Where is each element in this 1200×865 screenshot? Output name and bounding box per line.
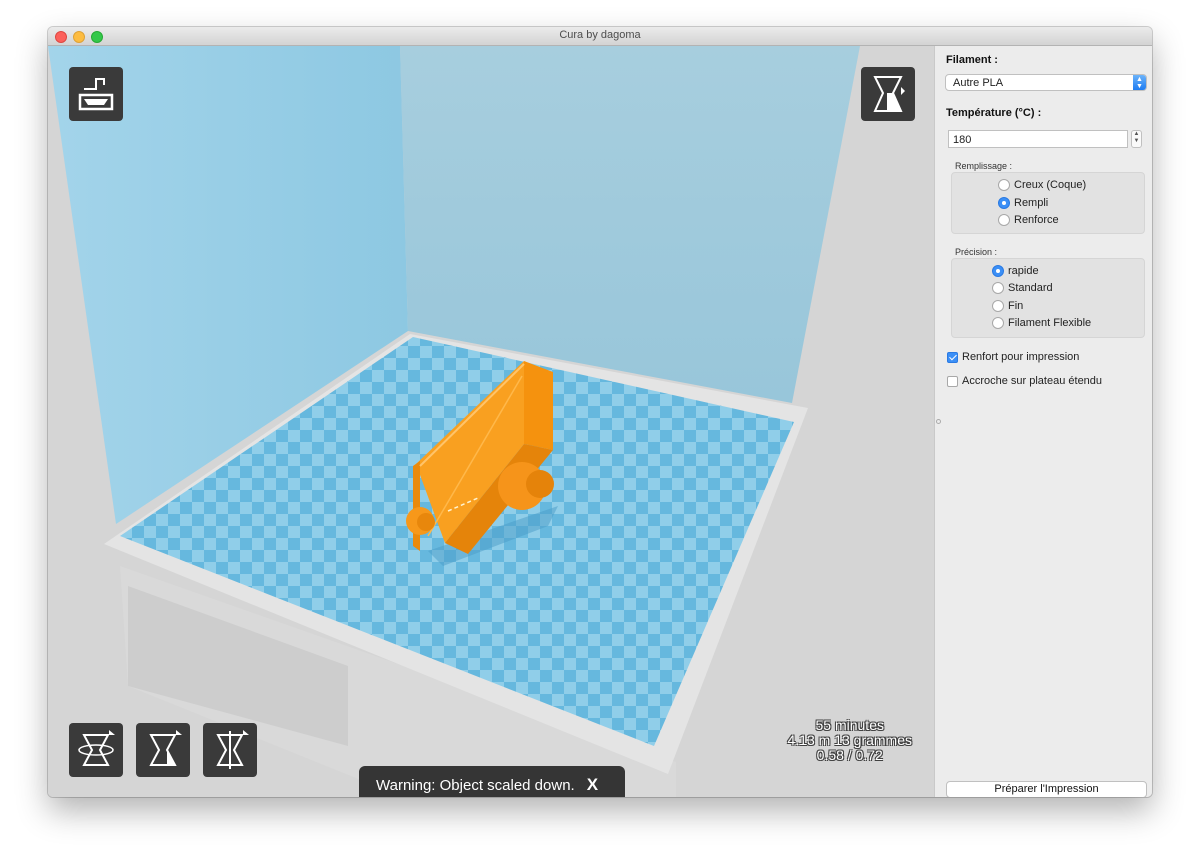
load-icon [78,78,114,111]
radio-button[interactable] [992,265,1004,277]
radio-button[interactable] [998,179,1010,191]
support-label: Renfort pour impression [962,351,1080,363]
print-time: 55 minutes [815,717,884,733]
layer-view-icon [873,76,905,112]
dismiss-warning-button[interactable]: X [587,775,598,795]
title-bar: Cura by dagoma [48,27,1152,46]
radio-precision-fast[interactable]: rapide [992,265,1039,277]
warning-toast: Warning: Object scaled down. X [359,766,625,797]
filament-select-value: Autre PLA [953,77,1004,89]
radio-label: Creux (Coque) [1014,179,1087,191]
build-volume-scene [48,46,934,797]
temperature-value: 180 [953,134,972,146]
radio-precision-fine[interactable]: Fin [992,300,1023,312]
brim-checkbox[interactable] [947,375,958,387]
support-checkbox[interactable] [947,351,958,363]
filament-usage: 4.13 m 13 grammes [787,732,913,748]
filament-select[interactable]: Autre PLA ▲ ▼ [945,74,1147,91]
temperature-stepper[interactable]: ▲ ▼ [1131,130,1142,148]
radio-fill-reinforced[interactable]: Renforce [998,214,1059,226]
print-cost: 0.58 / 0.72 [816,747,883,763]
scale-tool-button[interactable] [136,723,190,777]
radio-precision-standard[interactable]: Standard [992,282,1053,294]
settings-panel: Filament : Autre PLA ▲ ▼ Température (°C)… [934,46,1152,797]
panel-splitter-handle[interactable] [936,419,941,424]
temperature-input[interactable]: 180 [948,130,1128,148]
brim-checkbox-row[interactable]: Accroche sur plateau étendu [947,375,1102,387]
print-stats: 55 minutes 4.13 m 13 grammes 0.58 / 0.72 [788,718,913,763]
brim-label: Accroche sur plateau étendu [962,375,1103,387]
load-model-button[interactable] [69,67,123,121]
mirror-icon [216,730,249,769]
chevron-updown-icon: ▲ ▼ [1133,75,1146,90]
radio-fill-hollow[interactable]: Creux (Coque) [998,179,1086,191]
radio-precision-flexible[interactable]: Filament Flexible [992,317,1091,329]
radio-label: Renforce [1014,214,1059,226]
window-title: Cura by dagoma [559,29,641,41]
3d-viewport[interactable]: 55 minutes 4.13 m 13 grammes 0.58 / 0.72… [48,46,934,797]
filament-label: Filament : [946,54,998,66]
fill-group-label: Remplissage : [955,161,1013,171]
radio-fill-solid[interactable]: Rempli [998,197,1048,209]
temperature-label: Température (°C) : [946,107,1042,119]
radio-label: Rempli [1014,197,1049,209]
radio-button[interactable] [998,214,1010,226]
scale-icon [149,730,182,766]
radio-button[interactable] [992,300,1004,312]
radio-label: Fin [1008,300,1024,312]
view-mode-button[interactable] [861,67,915,121]
app-window: Cura by dagoma 55 minutes 4.13 m 13 gram… [48,27,1152,797]
mirror-tool-button[interactable] [203,723,257,777]
radio-label: Filament Flexible [1008,317,1092,329]
prepare-print-button[interactable]: Préparer l'Impression [946,781,1147,797]
support-checkbox-row[interactable]: Renfort pour impression [947,351,1079,363]
radio-button[interactable] [992,282,1004,294]
rotate-icon [78,730,115,766]
precision-group-label: Précision : [955,247,998,257]
rotate-tool-button[interactable] [69,723,123,777]
radio-label: Standard [1008,282,1053,294]
radio-button[interactable] [998,197,1010,209]
warning-message: Warning: Object scaled down. [376,776,575,794]
radio-button[interactable] [992,317,1004,329]
radio-label: rapide [1008,265,1039,277]
